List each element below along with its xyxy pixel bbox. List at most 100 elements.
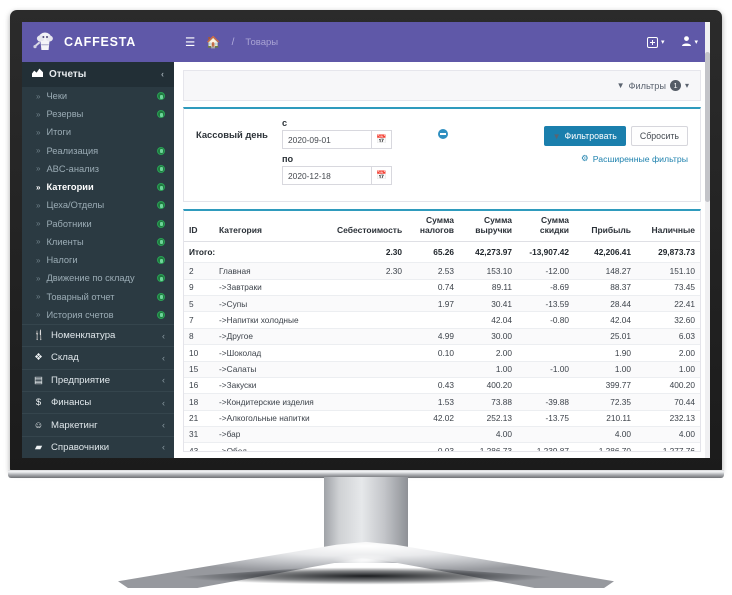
table-row[interactable]: 9->Завтраки0.7489.11-8.6988.3773.4515.66…: [184, 279, 701, 295]
sidebar-section-marketing[interactable]: ☺ Маркетинг ‹: [22, 413, 174, 435]
add-box-dropdown[interactable]: ▾: [647, 37, 665, 48]
sidebar-section-finansy[interactable]: $ Финансы ‹: [22, 391, 174, 413]
cell-tax: 2.53: [407, 263, 459, 279]
sidebar-item-cheki[interactable]: » Чеки: [22, 87, 174, 105]
col-discount-sum[interactable]: Сумма скидки: [517, 211, 574, 242]
cell-discount: -1.00: [517, 361, 574, 377]
chevron-right-icon: »: [36, 146, 40, 155]
cell-revenue: 30.41: [459, 296, 517, 312]
table-row[interactable]: 21->Алкогольные напитки42.02252.13-13.75…: [184, 410, 701, 426]
total-cash: 29,873.73: [636, 242, 700, 263]
filter-panel: Кассовый день с 2020-09-01 📅 по 2020-12-…: [183, 107, 701, 202]
cell-category: ->Завтраки: [214, 279, 332, 295]
cell-category: ->Закуски: [214, 377, 332, 393]
sidebar-item-rabotniki[interactable]: » Работники: [22, 215, 174, 233]
page-scrollbar[interactable]: [705, 22, 710, 458]
building-icon: ▤: [33, 375, 44, 386]
sidebar-section-reports[interactable]: Отчеты ‹: [22, 62, 174, 87]
sidebar-item-ceha-otdely[interactable]: » Цеха/Отделы: [22, 196, 174, 214]
sidebar-item-itogi[interactable]: » Итоги: [22, 123, 174, 141]
reset-filter-button[interactable]: Сбросить: [631, 126, 688, 146]
chevron-down-icon: ▾: [661, 38, 665, 46]
col-id[interactable]: ID: [184, 211, 214, 242]
advanced-filters-label: Расширенные фильтры: [593, 154, 688, 164]
sidebar-item-kategorii[interactable]: » Категории: [22, 178, 174, 196]
table-row[interactable]: 7->Напитки холодные42.04-0.8042.0432.609…: [184, 312, 701, 328]
date-from-group[interactable]: 2020-09-01 📅: [282, 130, 392, 149]
col-profit[interactable]: Прибыль: [574, 211, 636, 242]
filters-toggle[interactable]: ▼ Фильтры 1 ▾: [617, 80, 689, 91]
cell-id: 8: [184, 328, 214, 344]
sidebar-item-label: Итоги: [46, 127, 71, 137]
cell-tax: 0.74: [407, 279, 459, 295]
sidebar-section-sklad[interactable]: ❖ Склад ‹: [22, 346, 174, 368]
table-row[interactable]: 10->Шоколад0.102.001.902.0000: [184, 345, 701, 361]
col-tax-sum[interactable]: Сумма налогов: [407, 211, 459, 242]
cell-id: 9: [184, 279, 214, 295]
calendar-icon[interactable]: 📅: [371, 130, 392, 149]
cell-profit: 88.37: [574, 279, 636, 295]
sidebar-item-dvizhenie-po-skladu[interactable]: » Движение по складу: [22, 269, 174, 287]
chevron-right-icon: »: [36, 274, 40, 283]
date-to-input[interactable]: 2020-12-18: [282, 166, 371, 185]
home-icon[interactable]: 🏠: [206, 35, 220, 49]
status-badge-icon: [157, 220, 165, 228]
sidebar-item-istoriya-schetov[interactable]: » История счетов: [22, 306, 174, 324]
chevron-left-icon: ‹: [161, 69, 164, 79]
apply-filter-button[interactable]: ▼ Фильтровать: [544, 126, 626, 146]
cell-tax: 1.97: [407, 296, 459, 312]
table-row[interactable]: 15->Салаты1.00-1.001.001.0000: [184, 361, 701, 377]
table-row[interactable]: 8->Другое4.9930.0025.016.0323.970: [184, 328, 701, 344]
sidebar-item-rezervy[interactable]: » Резервы: [22, 105, 174, 123]
sidebar-section-nomenklatura[interactable]: 🍴 Номенклатура ‹: [22, 324, 174, 346]
table-row[interactable]: 18->Кондитерские изделия1.5373.88-39.887…: [184, 394, 701, 410]
col-cash[interactable]: Наличные: [636, 211, 700, 242]
table-row[interactable]: 5->Супы1.9730.41-13.5928.4422.418.000: [184, 296, 701, 312]
date-to-group[interactable]: 2020-12-18 📅: [282, 166, 392, 185]
col-revenue-sum[interactable]: Сумма выручки: [459, 211, 517, 242]
table-row[interactable]: 2Главная2.302.53153.10-12.00148.27151.10…: [184, 263, 701, 279]
sidebar-section-predpriyatie[interactable]: ▤ Предприятие ‹: [22, 369, 174, 391]
sidebar-item-label: Категории: [46, 182, 93, 192]
table-total-row: Итого: 2.30 65.26 42,273.97 -13,907.42 4…: [184, 242, 701, 263]
cell-revenue: 400.20: [459, 377, 517, 393]
minus-circle-icon[interactable]: [438, 129, 448, 139]
cell-profit: 25.01: [574, 328, 636, 344]
reset-filter-label: Сбросить: [640, 131, 679, 141]
sidebar-item-nalogi[interactable]: » Налоги: [22, 251, 174, 269]
col-card[interactable]: Карта: [700, 211, 701, 242]
sidebar-section-label: Финансы: [51, 397, 91, 408]
chevron-right-icon: »: [36, 92, 40, 101]
table-row[interactable]: 31->бар4.004.004.0000: [184, 426, 701, 442]
table-row[interactable]: 16->Закуски0.43400.20399.77400.2000: [184, 377, 701, 393]
cell-id: 10: [184, 345, 214, 361]
chevron-right-icon: »: [36, 292, 40, 301]
col-category[interactable]: Категория: [214, 211, 332, 242]
hamburger-icon[interactable]: ☰: [185, 35, 195, 49]
scrollbar-thumb[interactable]: [705, 52, 710, 202]
table-row[interactable]: 43->Обед0.031,286.73-1,239.871,286.701,2…: [184, 443, 701, 452]
col-cost[interactable]: Себестоимость: [332, 211, 407, 242]
sidebar-item-realizaciya[interactable]: » Реализация: [22, 142, 174, 160]
sidebar-section-label: Предприятие: [51, 375, 110, 386]
sidebar-item-klienty[interactable]: » Клиенты: [22, 233, 174, 251]
calendar-icon[interactable]: 📅: [371, 166, 392, 185]
breadcrumb[interactable]: Товары: [245, 37, 278, 48]
cell-cost: [332, 361, 407, 377]
cell-profit: 28.44: [574, 296, 636, 312]
cell-cash: 70.44: [636, 394, 700, 410]
sidebar-section-spravochniki[interactable]: ▰ Справочники ‹: [22, 436, 174, 458]
advanced-filters-link[interactable]: ⚙ Расширенные фильтры: [581, 153, 688, 164]
user-dropdown[interactable]: ▾: [682, 36, 698, 49]
sidebar-item-label: История счетов: [46, 310, 113, 320]
date-from-input[interactable]: 2020-09-01: [282, 130, 371, 149]
filter-group-label: Кассовый день: [196, 118, 282, 140]
cell-tax: 0.43: [407, 377, 459, 393]
brand-header[interactable]: CAFFESTA: [22, 22, 174, 62]
sidebar-item-abc-analiz[interactable]: » ABC-анализ: [22, 160, 174, 178]
sidebar-item-tovarnyj-otchet[interactable]: » Товарный отчет: [22, 287, 174, 305]
cell-category: ->Салаты: [214, 361, 332, 377]
cell-cash: 2.00: [636, 345, 700, 361]
cell-id: 2: [184, 263, 214, 279]
cell-tax: 1.53: [407, 394, 459, 410]
